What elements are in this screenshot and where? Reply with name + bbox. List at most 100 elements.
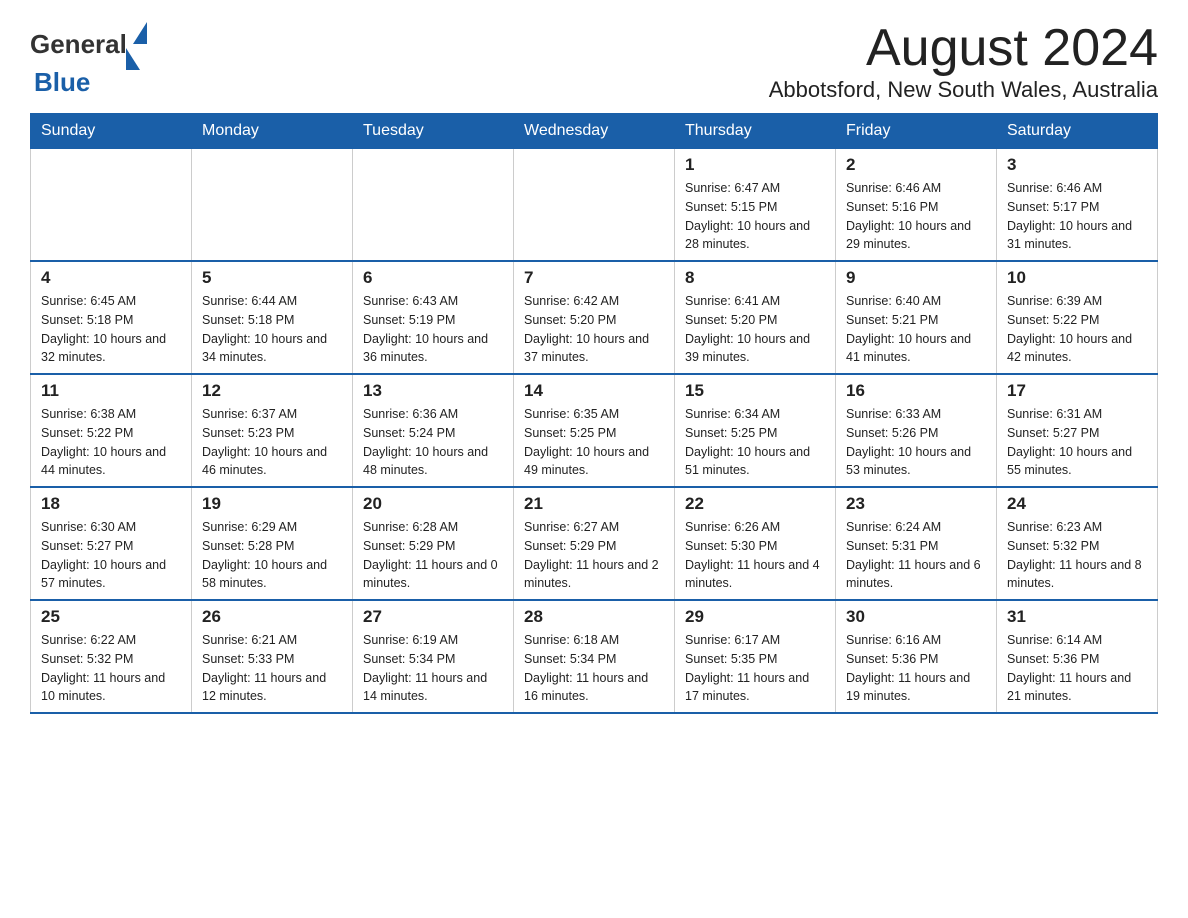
day-info: Sunrise: 6:14 AM Sunset: 5:36 PM Dayligh… [1007,631,1147,706]
logo-blue-text: Blue [30,68,147,97]
calendar-day-16: 16 Sunrise: 6:33 AM Sunset: 5:26 PM Dayli… [836,374,997,487]
day-number: 7 [524,268,664,288]
day-number: 22 [685,494,825,514]
calendar-header-row: SundayMondayTuesdayWednesdayThursdayFrid… [31,114,1158,149]
day-info: Sunrise: 6:30 AM Sunset: 5:27 PM Dayligh… [41,518,181,593]
calendar-table: SundayMondayTuesdayWednesdayThursdayFrid… [30,113,1158,714]
calendar-day-18: 18 Sunrise: 6:30 AM Sunset: 5:27 PM Dayli… [31,487,192,600]
calendar-day-21: 21Sunrise: 6:27 AM Sunset: 5:29 PM Dayli… [514,487,675,600]
day-number: 19 [202,494,342,514]
day-info: Sunrise: 6:38 AM Sunset: 5:22 PM Dayligh… [41,405,181,480]
calendar-empty-cell [192,149,353,262]
weekday-header-saturday: Saturday [997,114,1158,149]
weekday-header-sunday: Sunday [31,114,192,149]
day-number: 6 [363,268,503,288]
weekday-header-wednesday: Wednesday [514,114,675,149]
day-number: 31 [1007,607,1147,627]
day-number: 26 [202,607,342,627]
day-number: 29 [685,607,825,627]
day-info: Sunrise: 6:19 AM Sunset: 5:34 PM Dayligh… [363,631,503,706]
day-info: Sunrise: 6:31 AM Sunset: 5:27 PM Dayligh… [1007,405,1147,480]
day-info: Sunrise: 6:41 AM Sunset: 5:20 PM Dayligh… [685,292,825,367]
day-info: Sunrise: 6:33 AM Sunset: 5:26 PM Dayligh… [846,405,986,480]
day-info: Sunrise: 6:35 AM Sunset: 5:25 PM Dayligh… [524,405,664,480]
day-info: Sunrise: 6:24 AM Sunset: 5:31 PM Dayligh… [846,518,986,593]
calendar-day-15: 15 Sunrise: 6:34 AM Sunset: 5:25 PM Dayli… [675,374,836,487]
day-info: Sunrise: 6:40 AM Sunset: 5:21 PM Dayligh… [846,292,986,367]
calendar-day-25: 25 Sunrise: 6:22 AM Sunset: 5:32 PM Dayli… [31,600,192,713]
location-title: Abbotsford, New South Wales, Australia [769,77,1158,103]
day-number: 15 [685,381,825,401]
day-number: 12 [202,381,342,401]
day-info: Sunrise: 6:28 AM Sunset: 5:29 PM Dayligh… [363,518,503,593]
day-info: Sunrise: 6:39 AM Sunset: 5:22 PM Dayligh… [1007,292,1147,367]
day-number: 14 [524,381,664,401]
calendar-empty-cell [514,149,675,262]
weekday-header-monday: Monday [192,114,353,149]
day-number: 24 [1007,494,1147,514]
calendar-day-19: 19 Sunrise: 6:29 AM Sunset: 5:28 PM Dayli… [192,487,353,600]
calendar-day-8: 8Sunrise: 6:41 AM Sunset: 5:20 PM Daylig… [675,261,836,374]
calendar-day-28: 28 Sunrise: 6:18 AM Sunset: 5:34 PM Dayli… [514,600,675,713]
calendar-day-12: 12 Sunrise: 6:37 AM Sunset: 5:23 PM Dayli… [192,374,353,487]
calendar-day-14: 14 Sunrise: 6:35 AM Sunset: 5:25 PM Dayli… [514,374,675,487]
day-number: 17 [1007,381,1147,401]
day-number: 30 [846,607,986,627]
calendar-week-row: 4 Sunrise: 6:45 AM Sunset: 5:18 PM Daylig… [31,261,1158,374]
day-info: Sunrise: 6:22 AM Sunset: 5:32 PM Dayligh… [41,631,181,706]
day-number: 4 [41,268,181,288]
day-info: Sunrise: 6:45 AM Sunset: 5:18 PM Dayligh… [41,292,181,367]
logo-triangle-bottom [126,48,140,70]
calendar-week-row: 1 Sunrise: 6:47 AM Sunset: 5:15 PM Daylig… [31,149,1158,262]
calendar-day-11: 11Sunrise: 6:38 AM Sunset: 5:22 PM Dayli… [31,374,192,487]
day-info: Sunrise: 6:43 AM Sunset: 5:19 PM Dayligh… [363,292,503,367]
calendar-empty-cell [353,149,514,262]
day-info: Sunrise: 6:46 AM Sunset: 5:17 PM Dayligh… [1007,179,1147,254]
weekday-header-tuesday: Tuesday [353,114,514,149]
day-number: 28 [524,607,664,627]
calendar-day-20: 20 Sunrise: 6:28 AM Sunset: 5:29 PM Dayli… [353,487,514,600]
day-info: Sunrise: 6:21 AM Sunset: 5:33 PM Dayligh… [202,631,342,706]
day-number: 5 [202,268,342,288]
calendar-day-26: 26 Sunrise: 6:21 AM Sunset: 5:33 PM Dayli… [192,600,353,713]
day-info: Sunrise: 6:44 AM Sunset: 5:18 PM Dayligh… [202,292,342,367]
day-info: Sunrise: 6:36 AM Sunset: 5:24 PM Dayligh… [363,405,503,480]
calendar-day-6: 6 Sunrise: 6:43 AM Sunset: 5:19 PM Daylig… [353,261,514,374]
day-info: Sunrise: 6:47 AM Sunset: 5:15 PM Dayligh… [685,179,825,254]
calendar-week-row: 18 Sunrise: 6:30 AM Sunset: 5:27 PM Dayli… [31,487,1158,600]
calendar-day-22: 22 Sunrise: 6:26 AM Sunset: 5:30 PM Dayli… [675,487,836,600]
calendar-day-24: 24 Sunrise: 6:23 AM Sunset: 5:32 PM Dayli… [997,487,1158,600]
calendar-empty-cell [31,149,192,262]
day-info: Sunrise: 6:29 AM Sunset: 5:28 PM Dayligh… [202,518,342,593]
day-number: 10 [1007,268,1147,288]
day-info: Sunrise: 6:23 AM Sunset: 5:32 PM Dayligh… [1007,518,1147,593]
month-title: August 2024 [769,20,1158,77]
day-info: Sunrise: 6:34 AM Sunset: 5:25 PM Dayligh… [685,405,825,480]
day-number: 16 [846,381,986,401]
day-info: Sunrise: 6:37 AM Sunset: 5:23 PM Dayligh… [202,405,342,480]
calendar-day-5: 5 Sunrise: 6:44 AM Sunset: 5:18 PM Daylig… [192,261,353,374]
weekday-header-friday: Friday [836,114,997,149]
calendar-day-29: 29Sunrise: 6:17 AM Sunset: 5:35 PM Dayli… [675,600,836,713]
calendar-day-2: 2Sunrise: 6:46 AM Sunset: 5:16 PM Daylig… [836,149,997,262]
day-number: 23 [846,494,986,514]
weekday-header-thursday: Thursday [675,114,836,149]
day-number: 25 [41,607,181,627]
day-number: 20 [363,494,503,514]
calendar-day-9: 9Sunrise: 6:40 AM Sunset: 5:21 PM Daylig… [836,261,997,374]
calendar-day-13: 13 Sunrise: 6:36 AM Sunset: 5:24 PM Dayli… [353,374,514,487]
day-number: 18 [41,494,181,514]
day-number: 1 [685,155,825,175]
calendar-day-7: 7Sunrise: 6:42 AM Sunset: 5:20 PM Daylig… [514,261,675,374]
calendar-day-27: 27Sunrise: 6:19 AM Sunset: 5:34 PM Dayli… [353,600,514,713]
calendar-day-30: 30Sunrise: 6:16 AM Sunset: 5:36 PM Dayli… [836,600,997,713]
logo: General Blue [30,20,147,97]
day-number: 3 [1007,155,1147,175]
calendar-day-4: 4 Sunrise: 6:45 AM Sunset: 5:18 PM Daylig… [31,261,192,374]
day-info: Sunrise: 6:26 AM Sunset: 5:30 PM Dayligh… [685,518,825,593]
calendar-day-17: 17 Sunrise: 6:31 AM Sunset: 5:27 PM Dayli… [997,374,1158,487]
day-info: Sunrise: 6:27 AM Sunset: 5:29 PM Dayligh… [524,518,664,593]
day-info: Sunrise: 6:18 AM Sunset: 5:34 PM Dayligh… [524,631,664,706]
day-number: 13 [363,381,503,401]
calendar-day-23: 23 Sunrise: 6:24 AM Sunset: 5:31 PM Dayli… [836,487,997,600]
